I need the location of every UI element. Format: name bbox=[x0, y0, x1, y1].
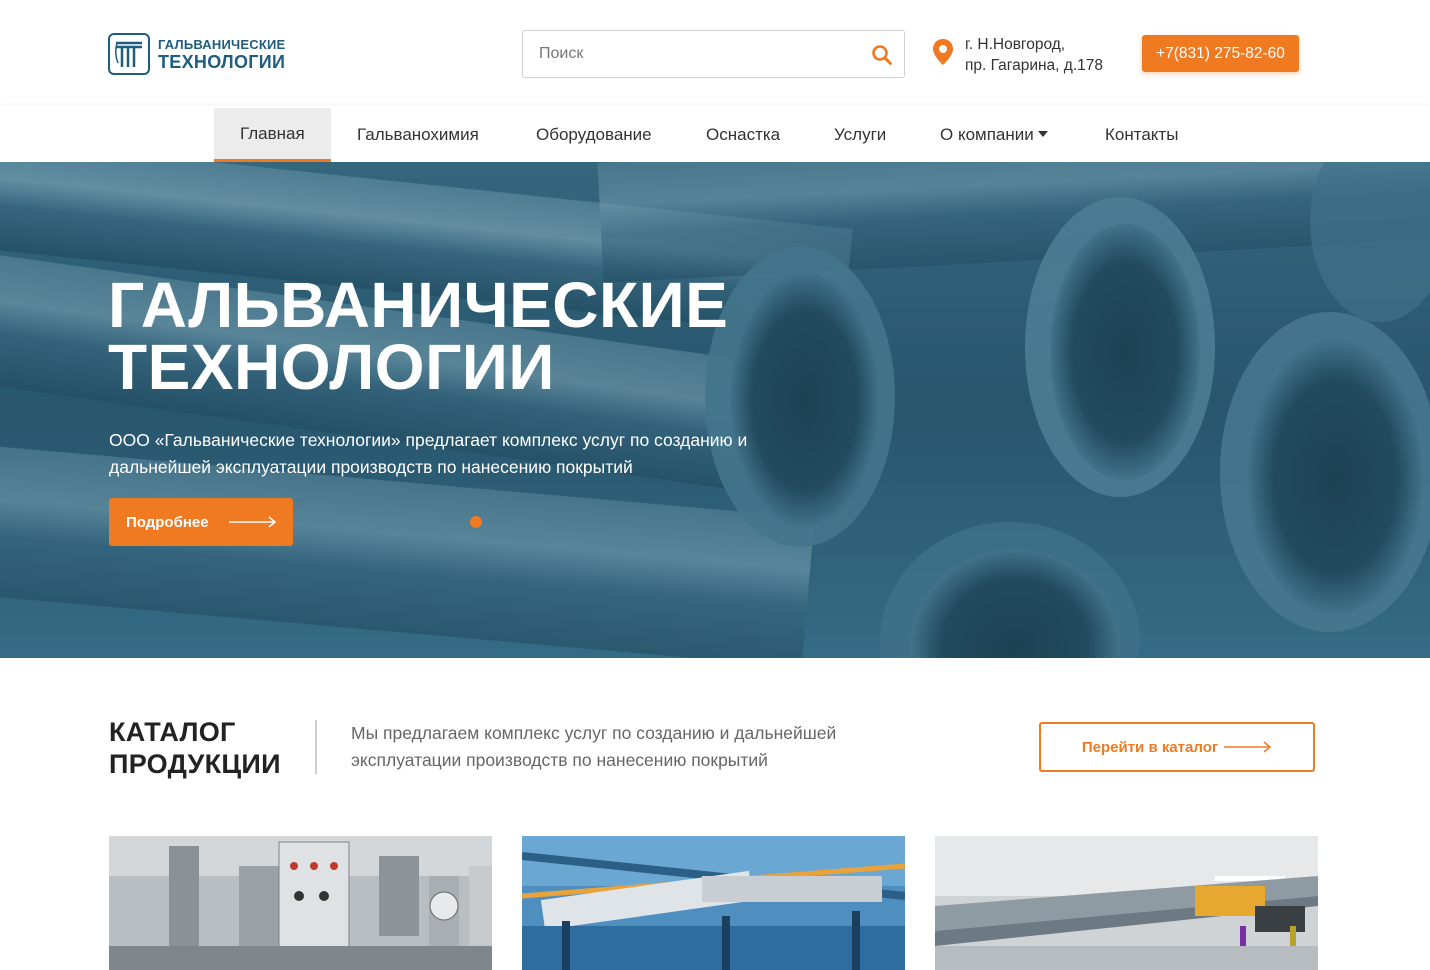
nav-item-about-label: О компании bbox=[940, 125, 1034, 144]
card-image-production-line bbox=[522, 836, 905, 970]
logo[interactable]: ГАЛЬВАНИЧЕСКИЕ ТЕХНОЛОГИИ bbox=[108, 33, 285, 75]
hero-background-pipes bbox=[0, 162, 1430, 658]
hero-slider: ГАЛЬВАНИЧЕСКИЕ ТЕХНОЛОГИИ ООО «Гальванич… bbox=[0, 162, 1430, 658]
arrow-right-icon bbox=[1224, 741, 1272, 753]
catalog-title: КАТАЛОГ ПРОДУКЦИИ bbox=[109, 716, 281, 780]
nav-item-contacts[interactable]: Контакты bbox=[1079, 108, 1204, 162]
main-nav: Главная Гальванохимия Оборудование Оснас… bbox=[0, 106, 1430, 162]
hero-title-line1: ГАЛЬВАНИЧЕСКИЕ bbox=[108, 269, 729, 341]
phone-button[interactable]: +7(831) 275-82-60 bbox=[1142, 35, 1299, 72]
nav-item-services[interactable]: Услуги bbox=[808, 108, 912, 162]
catalog-description-line2: эксплуатации производств по нанесению по… bbox=[351, 750, 768, 770]
nav-item-galvanochemistry[interactable]: Гальванохимия bbox=[331, 108, 505, 162]
location-pin-icon bbox=[933, 39, 953, 65]
search-icon[interactable] bbox=[870, 43, 894, 67]
more-button-label: Подробнее bbox=[126, 513, 209, 531]
nav-item-about[interactable]: О компании bbox=[914, 108, 1074, 162]
catalog-card-2[interactable] bbox=[522, 836, 905, 970]
logo-line1: ГАЛЬВАНИЧЕСКИЕ bbox=[158, 36, 286, 52]
card-image-crane bbox=[935, 836, 1318, 970]
catalog-card-1[interactable] bbox=[109, 836, 492, 970]
go-to-catalog-button[interactable]: Перейти в каталог bbox=[1039, 722, 1315, 772]
address-line1: г. Н.Новгород, bbox=[965, 36, 1066, 53]
address-line2: пр. Гагарина, д.178 bbox=[965, 57, 1103, 74]
catalog-description: Мы предлагаем комплекс услуг по созданию… bbox=[351, 720, 911, 774]
search-box bbox=[522, 30, 905, 78]
slider-dot[interactable] bbox=[470, 516, 482, 528]
hero-title: ГАЛЬВАНИЧЕСКИЕ ТЕХНОЛОГИИ bbox=[108, 269, 729, 403]
catalog-title-line1: КАТАЛОГ bbox=[109, 717, 236, 747]
more-button[interactable]: Подробнее bbox=[109, 498, 293, 546]
nav-item-home[interactable]: Главная bbox=[214, 108, 331, 162]
nav-item-tooling[interactable]: Оснастка bbox=[680, 108, 806, 162]
logo-line2: ТЕХНОЛОГИИ bbox=[158, 51, 286, 72]
address: г. Н.Новгород, пр. Гагарина, д.178 bbox=[932, 34, 1103, 76]
go-to-catalog-label: Перейти в каталог bbox=[1081, 738, 1219, 756]
search-input[interactable] bbox=[523, 31, 853, 77]
site-header: ГАЛЬВАНИЧЕСКИЕ ТЕХНОЛОГИИ г. Н.Новгород,… bbox=[0, 0, 1430, 106]
hero-description-line2: дальнейшей эксплуатации производств по н… bbox=[109, 457, 633, 477]
hero-title-line2: ТЕХНОЛОГИИ bbox=[108, 331, 555, 403]
catalog-title-line2: ПРОДУКЦИИ bbox=[109, 749, 281, 779]
arrow-right-icon bbox=[228, 516, 276, 528]
logo-icon bbox=[108, 33, 150, 75]
catalog-description-line1: Мы предлагаем комплекс услуг по созданию… bbox=[351, 723, 837, 743]
hero-description: ООО «Гальванические технологии» предлага… bbox=[109, 427, 789, 481]
caret-down-icon bbox=[1037, 131, 1048, 138]
nav-item-equipment[interactable]: Оборудование bbox=[510, 108, 678, 162]
catalog-divider bbox=[315, 720, 317, 774]
card-image-equipment bbox=[109, 836, 492, 970]
catalog-card-3[interactable] bbox=[935, 836, 1318, 970]
hero-description-line1: ООО «Гальванические технологии» предлага… bbox=[109, 430, 748, 450]
